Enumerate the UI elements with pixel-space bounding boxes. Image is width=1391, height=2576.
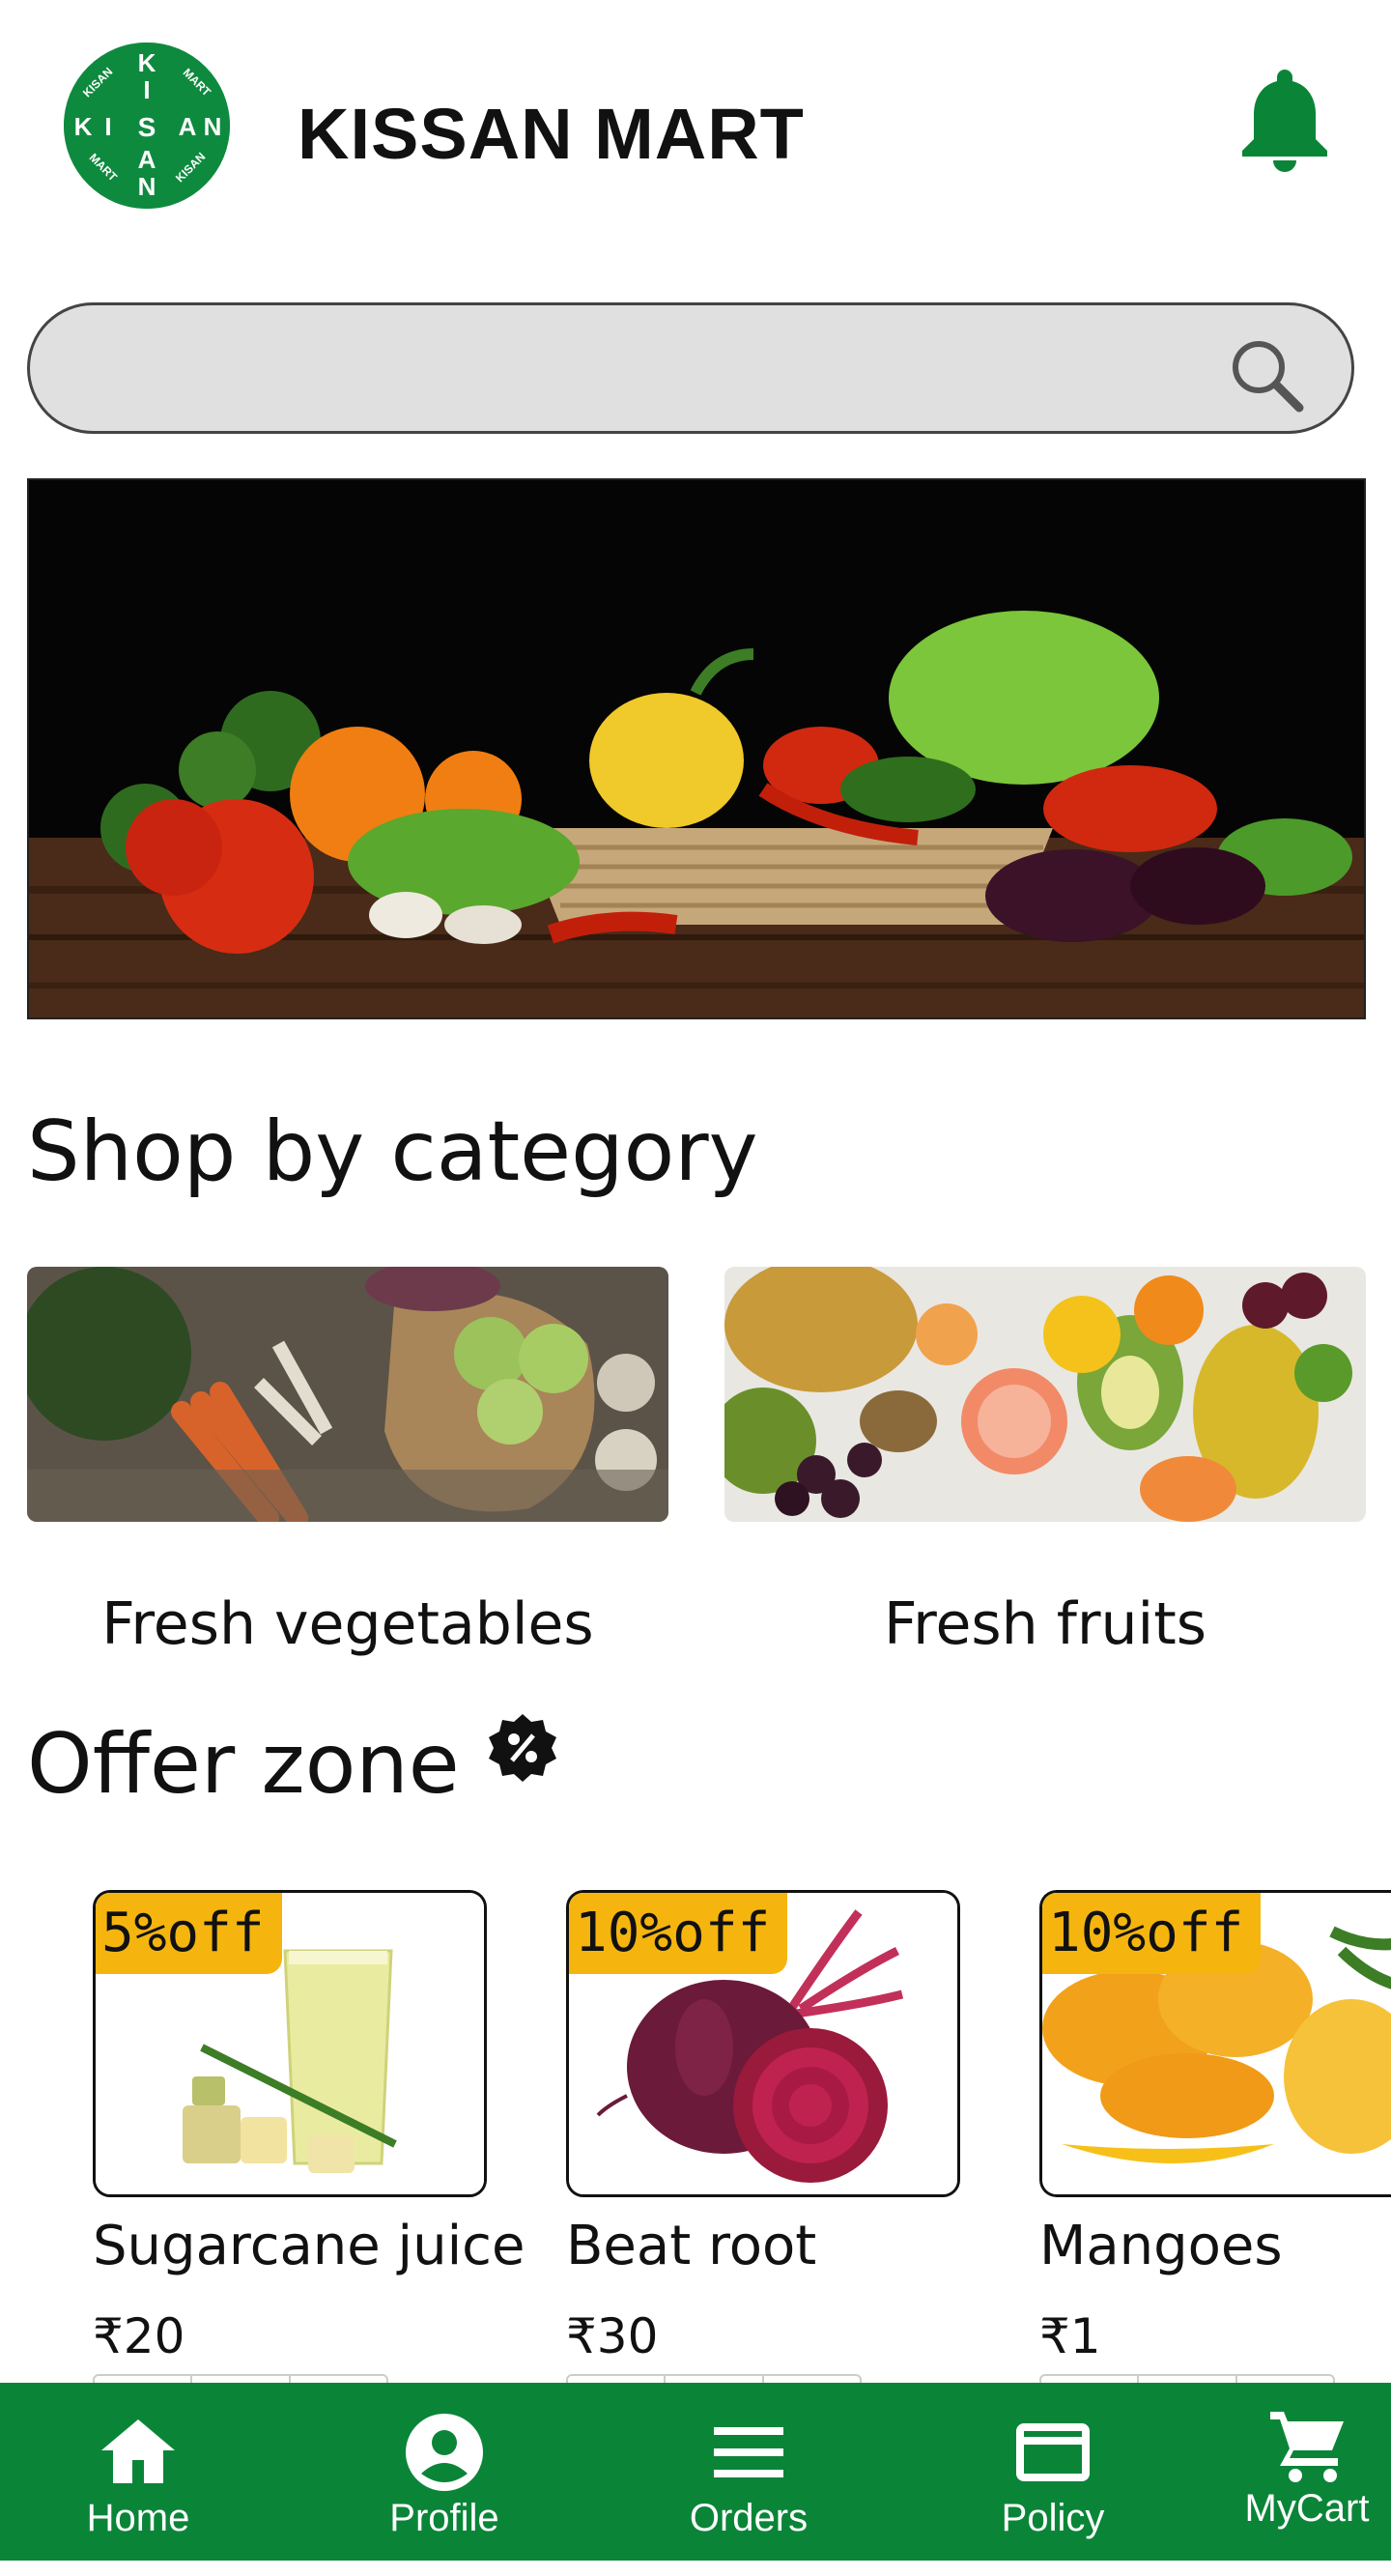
svg-text:S: S — [138, 112, 156, 142]
nav-profile[interactable]: Profile — [290, 2383, 599, 2561]
offer-product-card[interactable]: 10%off Beat root ₹30 — [566, 1890, 960, 2413]
svg-text:I: I — [104, 112, 111, 141]
brand-logo: K I S A N K I A N MART KISAN MART KISAN — [64, 43, 230, 209]
kissan-logo-icon: K I S A N K I A N MART KISAN MART KISAN — [64, 43, 230, 209]
category-label-vegetables[interactable]: Fresh vegetables — [27, 1590, 668, 1658]
search-icon[interactable] — [1226, 334, 1305, 414]
nav-profile-label: Profile — [389, 2497, 499, 2539]
svg-text:N: N — [204, 112, 222, 141]
bell-icon[interactable] — [1238, 64, 1331, 172]
offer-product-card[interactable]: 10%off Mangoes ₹1 — [1039, 1890, 1391, 2413]
svg-text:A: A — [138, 145, 156, 174]
product-price: ₹1 — [1039, 2308, 1101, 2364]
vegetables-banner-image — [29, 480, 1364, 1017]
product-image-frame[interactable]: 10%off — [1039, 1890, 1391, 2197]
nav-home-label: Home — [86, 2497, 190, 2539]
profile-icon — [406, 2414, 483, 2491]
svg-text:N: N — [138, 172, 156, 201]
offer-section-header: Offer zone — [27, 1714, 558, 1813]
product-image-frame[interactable]: 5%off — [93, 1890, 487, 2197]
product-name[interactable]: Mangoes — [1039, 2215, 1391, 2277]
category-card-fruits[interactable] — [724, 1267, 1366, 1522]
app-header: K I S A N K I A N MART KISAN MART KISAN … — [0, 0, 1391, 261]
svg-text:K: K — [74, 112, 93, 141]
discount-label: 10%off — [1042, 1893, 1262, 1974]
nav-mycart[interactable]: MyCart — [1223, 2383, 1391, 2561]
home-icon — [101, 2419, 175, 2483]
nav-policy-label: Policy — [1001, 2497, 1105, 2539]
nav-orders-label: Orders — [689, 2497, 809, 2539]
nav-policy[interactable]: Policy — [898, 2383, 1207, 2561]
product-image-frame[interactable]: 10%off — [566, 1890, 960, 2197]
product-price: ₹20 — [93, 2308, 185, 2364]
search-bar[interactable] — [27, 302, 1354, 434]
discount-label: 10%off — [569, 1893, 788, 1974]
nav-mycart-label: MyCart — [1244, 2487, 1370, 2530]
discount-label: 5%off — [96, 1893, 282, 1974]
product-price: ₹30 — [566, 2308, 659, 2364]
app-title: KISSAN MART — [298, 94, 805, 174]
discount-badge-icon — [487, 1712, 558, 1784]
product-name[interactable]: Sugarcane juice — [93, 2215, 525, 2277]
offer-section-title: Offer zone — [27, 1716, 460, 1813]
svg-text:A: A — [179, 112, 197, 141]
fruits-image — [724, 1267, 1366, 1522]
category-label-fruits[interactable]: Fresh fruits — [724, 1590, 1366, 1658]
nav-orders[interactable]: Orders — [599, 2383, 898, 2561]
offer-product-card[interactable]: 5%off Sugarcane juice ₹20 — [93, 1890, 525, 2413]
nav-home[interactable]: Home — [0, 2383, 276, 2561]
card-icon — [1016, 2423, 1090, 2481]
hero-banner[interactable] — [27, 478, 1366, 1019]
category-card-vegetables[interactable] — [27, 1267, 668, 1522]
vegetables-image — [27, 1267, 668, 1522]
search-input[interactable] — [76, 329, 1216, 410]
product-name[interactable]: Beat root — [566, 2215, 960, 2277]
bottom-navigation: Home Profile Orders Policy MyCart — [0, 2383, 1391, 2561]
cart-icon — [1270, 2412, 1344, 2482]
menu-icon — [714, 2427, 783, 2477]
svg-text:K: K — [138, 48, 156, 77]
svg-text:I: I — [143, 75, 150, 104]
category-section-title: Shop by category — [27, 1103, 758, 1200]
